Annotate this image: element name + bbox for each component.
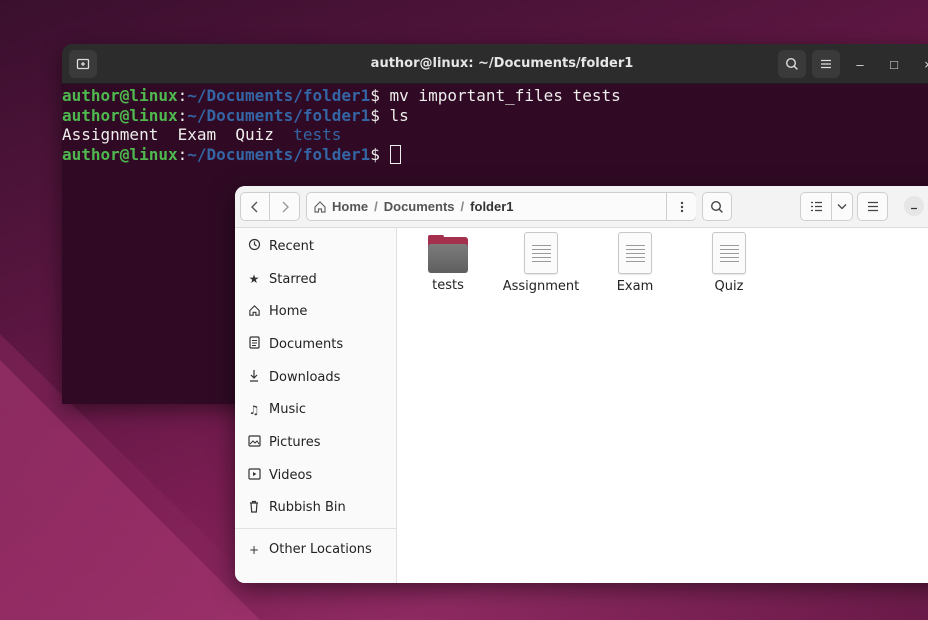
- terminal-line: author@linux:~/Documents/folder1$ ls: [62, 105, 409, 125]
- new-tab-button[interactable]: [69, 50, 97, 78]
- terminal-line: author@linux:~/Documents/folder1$: [62, 144, 928, 165]
- terminal-header[interactable]: author@linux: ~/Documents/folder1 – □ ×: [62, 44, 928, 84]
- sidebar-divider: [235, 528, 396, 530]
- clock-icon: [247, 238, 261, 254]
- video-icon: [247, 468, 261, 483]
- document-icon: [247, 336, 261, 352]
- view-options-button[interactable]: [832, 192, 853, 221]
- hamburger-icon: [821, 59, 831, 69]
- files-window[interactable]: Home / Documents / folder1 Recent ★ Star…: [235, 186, 928, 583]
- maximize-button[interactable]: □: [880, 50, 908, 78]
- list-view-icon: [810, 201, 822, 212]
- terminal-line: Assignment Exam Quiz tests: [62, 125, 928, 145]
- hamburger-icon: [867, 201, 878, 212]
- home-icon: [314, 200, 326, 213]
- picture-icon: [247, 435, 261, 450]
- file-item[interactable]: Exam: [595, 232, 675, 294]
- command-text: ls: [389, 105, 409, 125]
- minimize-button[interactable]: [904, 196, 924, 216]
- text-file-icon: [712, 232, 746, 274]
- search-button[interactable]: [778, 50, 806, 78]
- star-icon: ★: [248, 272, 260, 287]
- ls-output-file: Quiz: [235, 125, 274, 144]
- sidebar-item-pictures[interactable]: Pictures: [235, 426, 396, 459]
- sidebar-item-recent[interactable]: Recent: [235, 230, 396, 263]
- home-icon: [247, 304, 261, 320]
- files-sidebar: Recent ★ Starred Home Documents Download…: [235, 228, 397, 583]
- folder-item[interactable]: tests: [408, 232, 488, 293]
- download-icon: [247, 369, 261, 385]
- forward-button[interactable]: [270, 192, 300, 221]
- file-name: Assignment: [502, 279, 580, 294]
- folder-icon: [428, 235, 468, 273]
- new-tab-icon: [76, 58, 90, 70]
- chevron-left-icon: [251, 201, 258, 212]
- trash-icon: [247, 500, 261, 516]
- crumb-home[interactable]: Home: [307, 199, 374, 214]
- main-menu-button[interactable]: [857, 192, 888, 221]
- kebab-icon: [680, 201, 683, 212]
- files-content[interactable]: tests Assignment Exam Quiz: [398, 228, 928, 583]
- command-text: mv important_files tests: [389, 86, 621, 105]
- terminal-title: author@linux: ~/Documents/folder1: [370, 56, 634, 71]
- ls-output-file: Exam: [177, 125, 217, 144]
- sidebar-item-home[interactable]: Home: [235, 295, 396, 328]
- terminal-line: author@linux:~/Documents/folder1$ mv imp…: [62, 86, 621, 105]
- terminal-output[interactable]: author@linux:~/Documents/folder1$ mv imp…: [62, 84, 928, 164]
- search-button[interactable]: [702, 192, 732, 221]
- chevron-down-icon: [837, 204, 847, 210]
- sidebar-item-documents[interactable]: Documents: [235, 328, 396, 361]
- ls-output-file: Assignment: [62, 125, 159, 144]
- minimize-icon: [911, 207, 917, 210]
- files-header[interactable]: Home / Documents / folder1: [235, 186, 928, 228]
- search-icon: [785, 57, 798, 70]
- file-name: tests: [432, 278, 464, 293]
- sidebar-item-starred[interactable]: ★ Starred: [235, 263, 396, 296]
- file-item[interactable]: Quiz: [689, 232, 769, 294]
- file-name: Quiz: [714, 279, 744, 294]
- path-options-button[interactable]: [666, 193, 696, 220]
- back-button[interactable]: [240, 192, 270, 221]
- sidebar-item-videos[interactable]: Videos: [235, 459, 396, 492]
- plus-icon: +: [248, 542, 260, 557]
- chevron-right-icon: [282, 201, 289, 212]
- crumb-current[interactable]: folder1: [464, 199, 519, 214]
- minimize-button[interactable]: –: [846, 50, 874, 78]
- music-icon: ♫: [248, 402, 260, 417]
- sidebar-item-music[interactable]: ♫ Music: [235, 393, 396, 426]
- ls-output-dir: tests: [293, 125, 342, 144]
- text-file-icon: [618, 232, 652, 274]
- sidebar-item-downloads[interactable]: Downloads: [235, 361, 396, 394]
- file-name: Exam: [616, 279, 654, 294]
- menu-button[interactable]: [812, 50, 840, 78]
- search-icon: [710, 200, 723, 213]
- path-bar[interactable]: Home / Documents / folder1: [306, 192, 696, 221]
- sidebar-item-rubbish-bin[interactable]: Rubbish Bin: [235, 492, 396, 525]
- terminal-cursor: [389, 144, 401, 164]
- file-item[interactable]: Assignment: [501, 232, 581, 294]
- close-button[interactable]: ×: [914, 50, 928, 78]
- sidebar-item-other-locations[interactable]: + Other Locations: [235, 533, 396, 566]
- text-file-icon: [524, 232, 558, 274]
- crumb-documents[interactable]: Documents: [378, 199, 461, 214]
- list-view-button[interactable]: [800, 192, 832, 221]
